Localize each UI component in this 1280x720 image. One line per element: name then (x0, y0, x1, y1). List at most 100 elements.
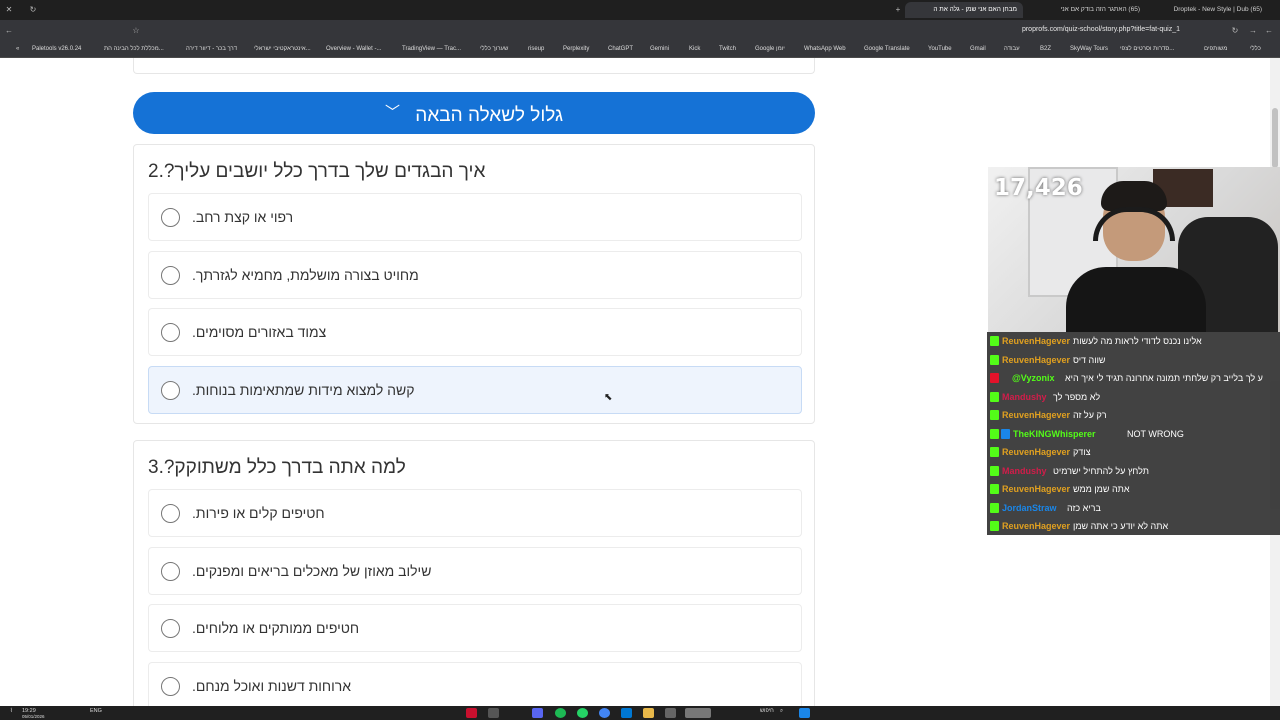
address-bar: ← ☆ proprofs.com/quiz-school/story.php?t… (0, 20, 1280, 42)
tab-quiz[interactable]: מבחן האם אני שמן - גלה את ה (905, 2, 1023, 18)
tab-video[interactable]: (65) האתגר הזה בודק אם אני (1028, 2, 1146, 18)
kick-badge-icon (990, 410, 999, 420)
search-label[interactable]: חיפוש (760, 708, 774, 714)
bookmark[interactable]: Gemini (650, 46, 669, 52)
bookmark[interactable]: עבודה (1004, 46, 1020, 52)
browser-tab-bar: ✕ ↻ + מבחן האם אני שמן - גלה את ה (65) ה… (0, 0, 1280, 20)
star-icon[interactable]: ☆ (131, 26, 141, 36)
reload-icon[interactable]: ↻ (28, 5, 38, 15)
chat-username: ReuvenHagever (1002, 484, 1071, 494)
radio-button[interactable] (161, 208, 180, 227)
chat-message: ReuvenHagever שווה דיס (987, 351, 1280, 369)
bookmark[interactable]: TradingView — Trac... (402, 46, 461, 52)
answer-label: חטיפים ממותקים או מלוחים. (192, 620, 360, 636)
bookmark[interactable]: WhatsApp Web (804, 46, 846, 52)
back-icon[interactable]: ← (1264, 26, 1274, 36)
chat-text: בריא כזה (1067, 502, 1101, 513)
answer-option[interactable]: שילוב מאוזן של מאכלים בריאים ומפנקים. (148, 547, 802, 595)
reload-icon[interactable]: ↻ (1230, 26, 1240, 36)
bookmark[interactable]: שערוך כללי (480, 46, 508, 52)
bookmark[interactable]: Gmail (970, 46, 986, 52)
bookmark[interactable]: YouTube (928, 46, 952, 52)
bookmark[interactable]: Kick (689, 46, 700, 52)
bookmark[interactable]: « (16, 46, 19, 52)
app-icon[interactable] (621, 708, 632, 718)
back-icon[interactable]: ← (4, 26, 14, 36)
radio-button[interactable] (161, 266, 180, 285)
chat-message: JordanStraw בריא כזה (987, 499, 1280, 517)
tab-title: (65) Droptek - New Style | Dub (1173, 6, 1262, 13)
windows-start-icon[interactable] (799, 708, 810, 718)
stream-chat: ReuvenHagever אלינו נכנס לדודי לראות מה ל… (987, 332, 1280, 535)
bookmark[interactable]: riseup (528, 46, 544, 52)
discord-icon[interactable] (532, 708, 543, 718)
chat-message: TheKINGWhisperer NOT WRONG (987, 425, 1280, 443)
tab-title: מבחן האם אני שמן - גלה את ה (933, 6, 1017, 13)
next-question-button[interactable]: גלול לשאלה הבאה ﹀ (133, 92, 815, 134)
bookmark[interactable]: Google יומן (755, 46, 785, 52)
kick-badge-icon (990, 447, 999, 457)
kick-badge-icon (990, 428, 999, 439)
wifi-icon[interactable]: ⌇ (10, 708, 13, 714)
spotify-icon[interactable] (555, 708, 566, 718)
answer-option[interactable]: מחויט בצורה מושלמת, מחמיא לגזרתך. (148, 251, 802, 299)
kick-badge-icon (990, 484, 999, 494)
radio-button[interactable] (161, 562, 180, 581)
kick-badge-icon (990, 354, 999, 365)
close-icon[interactable]: ✕ (4, 5, 14, 15)
answer-option[interactable]: צמוד באזורים מסוימים. (148, 308, 802, 356)
bookmark[interactable]: Paletools v26.0.24 (32, 46, 81, 52)
answer-option[interactable]: חטיפים קלים או פירות. (148, 489, 802, 537)
app-icon[interactable] (466, 708, 477, 718)
radio-button[interactable] (161, 619, 180, 638)
bookmark[interactable]: מכללת לכל הבינה הת... (104, 46, 164, 52)
radio-button[interactable] (161, 504, 180, 523)
kick-badge-icon (990, 465, 999, 476)
whatsapp-icon[interactable] (577, 708, 588, 718)
bookmark[interactable]: B2Z (1040, 46, 1051, 52)
forward-icon[interactable]: → (1248, 26, 1258, 36)
screen: ✕ ↻ + מבחן האם אני שמן - גלה את ה (65) ה… (0, 0, 1280, 720)
language-indicator[interactable]: ENG (90, 708, 102, 714)
bookmark[interactable]: אינטראקטיבי ישראלי... (254, 46, 311, 52)
bookmark[interactable]: כללי (1250, 46, 1261, 52)
bookmark[interactable]: Twitch (719, 46, 736, 52)
kick-badge-icon (990, 391, 999, 402)
app-icon[interactable] (665, 708, 676, 718)
chat-message: Mandushy לא מספר לך (987, 388, 1280, 406)
question-card: איך הבגדים שלך בדרך כלל יושבים עליך?.2 ר… (133, 144, 815, 424)
bookmark[interactable]: Perplexity (563, 46, 589, 52)
chat-username: Mandushy (1002, 391, 1047, 402)
bookmark[interactable]: Google Translate (864, 46, 910, 52)
chevron-down-icon: ﹀ (385, 104, 401, 121)
search-icon[interactable]: ⌕ (780, 708, 783, 715)
radio-button[interactable] (161, 677, 180, 696)
bookmark[interactable]: ChatGPT (608, 46, 633, 52)
radio-button[interactable] (161, 323, 180, 342)
app-icon[interactable] (685, 708, 711, 718)
bookmark[interactable]: סדרות וסרטים לצפי... (1120, 46, 1174, 52)
answer-label: מחויט בצורה מושלמת, מחמיא לגזרתך. (192, 267, 419, 283)
answer-option-hovered[interactable]: קשה למצוא מידות שמתאימות בנוחות. (148, 366, 802, 414)
bookmark[interactable]: משותפים (1204, 46, 1227, 52)
bookmark[interactable]: SkyWay Tours (1070, 46, 1108, 52)
chrome-icon[interactable] (599, 708, 610, 718)
chat-text: צודק (1073, 447, 1091, 457)
bookmark[interactable]: Overview - Wallet -... (326, 46, 381, 52)
radio-button[interactable] (161, 381, 180, 400)
viewer-count: 17,426 (994, 175, 1083, 201)
answer-option[interactable]: חטיפים ממותקים או מלוחים. (148, 604, 802, 652)
bookmark[interactable]: דרך בכר - דיוור דירה (186, 46, 237, 52)
bookmarks-bar: « Paletools v26.0.24 מכללת לכל הבינה הת.… (0, 42, 1280, 58)
answer-option[interactable]: רפוי או קצת רחב. (148, 193, 802, 241)
chat-username: ReuvenHagever (1002, 336, 1071, 346)
tab-droptek[interactable]: (65) Droptek - New Style | Dub (1150, 2, 1268, 18)
scrollbar-thumb[interactable] (1272, 108, 1278, 168)
url-field[interactable]: proprofs.com/quiz-school/story.php?title… (1022, 26, 1180, 33)
new-tab-icon[interactable]: + (893, 5, 903, 15)
folder-icon[interactable] (643, 708, 654, 718)
app-icon[interactable] (488, 708, 499, 718)
chat-text: רק על זה (1073, 410, 1107, 420)
answer-option[interactable]: ארוחות דשנות ואוכל מנחם. (148, 662, 802, 706)
kick-badge-icon (990, 502, 999, 513)
